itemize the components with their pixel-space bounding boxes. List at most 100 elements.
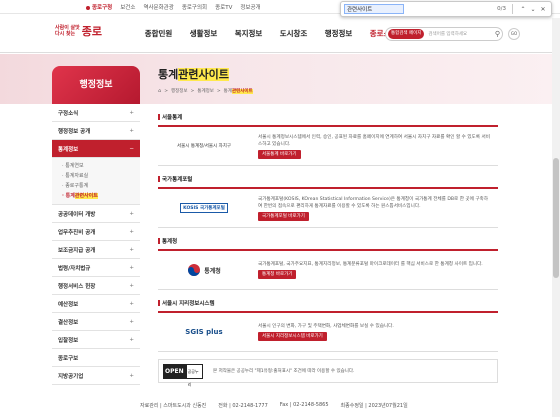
sidebar-item-open-data[interactable]: 공공데이터 개방 + xyxy=(52,205,140,223)
nav-item-welfare[interactable]: 복지정보 xyxy=(230,28,267,39)
plus-icon: + xyxy=(129,210,134,217)
home-dot-icon xyxy=(86,5,90,10)
page-info-footer: 자료관리 | 스마트도시과 신동진 전화 | 02-2148-1777 Fax … xyxy=(140,402,408,409)
sidebar-item-gazette[interactable]: 종로구보 xyxy=(52,349,140,367)
section-kostat: 통계청 통계청 국가통계포털, 국가주요지표, 통계지리정보, 통계분류포털 마… xyxy=(158,237,498,290)
seoul-stats-link-button[interactable]: 서울통계 바로가기 xyxy=(258,149,301,159)
section-sgis: 서울시 지리정보시스템 SGIS plus 서울시 인구의 변화, 가구 및 주… xyxy=(158,299,498,352)
nav-item-admin[interactable]: 행정정보 xyxy=(320,28,357,39)
kosis-logo: KOSIS 국가통계포털 xyxy=(174,199,234,217)
section-description: 국가통계포털, 국가주요지표, 통계지리정보, 통계분류포털 마이크로데이터 를… xyxy=(258,262,483,267)
search-scope-select[interactable]: 통합검색 페이지 xyxy=(388,29,425,39)
find-input[interactable]: 관련사이트 xyxy=(344,4,404,14)
site-logo[interactable]: 사람이 살맛 다시 찾는 종로 xyxy=(55,23,102,39)
sidebar-item-law[interactable]: 법령/자치법규 + xyxy=(52,259,140,277)
plus-icon: + xyxy=(129,372,134,379)
submenu-yearbook[interactable]: · 통계연보 xyxy=(62,161,140,171)
breadcrumb-item[interactable]: 행정정보 xyxy=(171,88,188,94)
plus-icon: + xyxy=(129,264,134,271)
sidebar-item-statistics[interactable]: 통계정보 − xyxy=(52,140,140,158)
sidebar-item-settlement[interactable]: 결산정보 + xyxy=(52,313,140,331)
search-icon[interactable]: ⚲ xyxy=(495,30,500,38)
dept-name: 스마트도시과 신동진 xyxy=(163,403,207,409)
find-close-icon[interactable]: ✕ xyxy=(538,6,548,13)
find-divider xyxy=(512,4,513,14)
submenu-related-sites[interactable]: · 통계관련사이트 xyxy=(62,191,140,201)
find-count: 0/3 xyxy=(497,6,506,12)
top-links: 종로구청 보건소 역사문화관광 종로구의회 종로TV 정보공개 xyxy=(86,3,261,11)
top-link-gu-office[interactable]: 종로구청 xyxy=(86,3,112,11)
fax: 02-2148-5865 xyxy=(293,402,329,408)
logo-slogan: 사람이 살맛 다시 찾는 xyxy=(55,25,80,37)
section-description: 서울시 통계정보시스템에서 인력, 승인, 공표된 자료를 홈페이지에 연계하여… xyxy=(258,134,490,147)
sidebar-item-budget[interactable]: 예산정보 + xyxy=(52,295,140,313)
section-kosis: 국가통계포털 KOSIS 국가통계포털 국가통계포털(KOSIS, KOrean… xyxy=(158,175,498,228)
top-link-council[interactable]: 종로구의회 xyxy=(182,3,207,11)
top-link-info-open[interactable]: 정보공개 xyxy=(240,3,260,11)
search-input[interactable]: 검색어를 입력하세요 xyxy=(428,31,467,37)
plus-icon: + xyxy=(129,127,134,134)
sidebar-item-info-open[interactable]: 행정정보 공개 + xyxy=(52,122,140,140)
search-box: 통합검색 페이지 검색어를 입력하세요 ⚲ xyxy=(385,27,503,41)
section-description: 국가통계포털(KOSIS, KOrean Statistical Informa… xyxy=(258,196,489,209)
open-license-notice: OPEN 공공누리 본 저작물은 공공누리 "제1유형:출처표시" 조건에 따라… xyxy=(158,359,498,387)
plus-icon: + xyxy=(129,282,134,289)
section-box: 통계청 국가통계포털, 국가주요지표, 통계지리정보, 통계분류포털 마이크로데… xyxy=(158,249,498,290)
breadcrumb-item[interactable]: 통계정보 xyxy=(197,88,214,94)
section-box: KOSIS 국가통계포털 국가통계포털(KOSIS, KOrean Statis… xyxy=(158,187,498,228)
sidebar-title: 행정정보 xyxy=(52,66,140,104)
kogl-logo: OPEN 공공누리 xyxy=(163,363,203,387)
section-description: 서울시 인구의 변화, 가구 및 주택변화, 사업체변화를 보실 수 있습니다. xyxy=(258,324,394,329)
sgis-link-button[interactable]: 서울시 지리정보시스템 바로가기 xyxy=(258,332,327,341)
sidebar-item-bidding[interactable]: 입찰정보 + xyxy=(52,331,140,349)
seoul-stats-logo: 서울시 통계청/서울시 자치구 xyxy=(176,144,232,149)
find-next-icon[interactable]: ⌄ xyxy=(528,6,538,13)
section-seoul-stats: 서울통계 서울시 통계청/서울시 자치구 서울시 통계정보시스템에서 인력, 승… xyxy=(158,113,498,166)
find-prev-icon[interactable]: ⌃ xyxy=(518,6,528,13)
home-icon[interactable]: ⌂ xyxy=(158,88,161,94)
section-title: 서울통계 xyxy=(158,113,498,121)
sidebar-item-expense[interactable]: 업무추진비 공개 + xyxy=(52,223,140,241)
section-title: 서울시 지리정보시스템 xyxy=(158,299,498,307)
kostat-link-button[interactable]: 통계청 바로가기 xyxy=(258,270,297,279)
sidebar-submenu: · 통계연보 · 통계자료실 · 종로구통계 · 통계관련사이트 xyxy=(52,158,140,205)
nav-item-life[interactable]: 생활정보 xyxy=(185,28,222,39)
go-button[interactable]: GO xyxy=(508,28,520,40)
plus-icon: + xyxy=(129,246,134,253)
scrollbar[interactable] xyxy=(552,18,560,417)
top-link-tv[interactable]: 종로TV xyxy=(215,3,232,11)
section-title: 통계청 xyxy=(158,237,498,245)
top-link-health[interactable]: 보건소 xyxy=(120,3,135,11)
sidebar-item-news[interactable]: 구정소식 + xyxy=(52,104,140,122)
submenu-data-room[interactable]: · 통계자료실 xyxy=(62,171,140,181)
scrollbar-thumb[interactable] xyxy=(553,158,559,278)
tel: 02-2148-1777 xyxy=(232,403,268,409)
page-title: 통계관련사이트 xyxy=(158,68,229,81)
plus-icon: + xyxy=(129,300,134,307)
plus-icon: + xyxy=(129,109,134,116)
minus-icon: − xyxy=(129,145,134,152)
section-box: 서울시 통계청/서울시 자치구 서울시 통계정보시스템에서 인력, 승인, 공표… xyxy=(158,125,498,166)
sgis-logo: SGIS plus xyxy=(185,328,223,336)
sidebar-item-public-corp[interactable]: 지방공기업 + xyxy=(52,367,140,385)
logo-text: 종로 xyxy=(81,25,102,38)
sidebar-item-subsidy[interactable]: 보조금지급 공개 + xyxy=(52,241,140,259)
top-link-culture[interactable]: 역사문화관광 xyxy=(143,3,173,11)
sidebar-item-charter[interactable]: 행정서비스 헌장 + xyxy=(52,277,140,295)
kosis-link-button[interactable]: 국가통계포털 바로가기 xyxy=(258,211,309,221)
find-bar: 관련사이트 0/3 ⌃ ⌄ ✕ xyxy=(340,1,552,17)
license-text: 본 저작물은 공공누리 "제1유형:출처표시" 조건에 따라 이용할 수 있습니… xyxy=(213,369,355,374)
taegeuk-icon xyxy=(188,264,201,276)
section-box: SGIS plus 서울시 인구의 변화, 가구 및 주택변화, 사업체변화를 … xyxy=(158,311,498,352)
kostat-logo: 통계청 xyxy=(174,261,234,279)
section-title: 국가통계포털 xyxy=(158,175,498,183)
breadcrumb-current: 통계관련사이트 xyxy=(223,89,253,94)
sidebar-menu: 구정소식 + 행정정보 공개 + 통계정보 − · 통계연보 · 통계자료실 · 종로… xyxy=(52,104,140,385)
nav-item-civil[interactable]: 종합민원 xyxy=(140,28,177,39)
breadcrumb: ⌂ > 행정정보 > 통계정보 > 통계관련사이트 xyxy=(158,88,253,94)
plus-icon: + xyxy=(129,318,134,325)
nav-item-city[interactable]: 도시창조 xyxy=(275,28,312,39)
submenu-jongno-stats[interactable]: · 종로구통계 xyxy=(62,181,140,191)
content-header: 통계관련사이트 ⌂ > 행정정보 > 통계정보 > 통계관련사이트 xyxy=(158,66,498,94)
plus-icon: + xyxy=(129,336,134,343)
